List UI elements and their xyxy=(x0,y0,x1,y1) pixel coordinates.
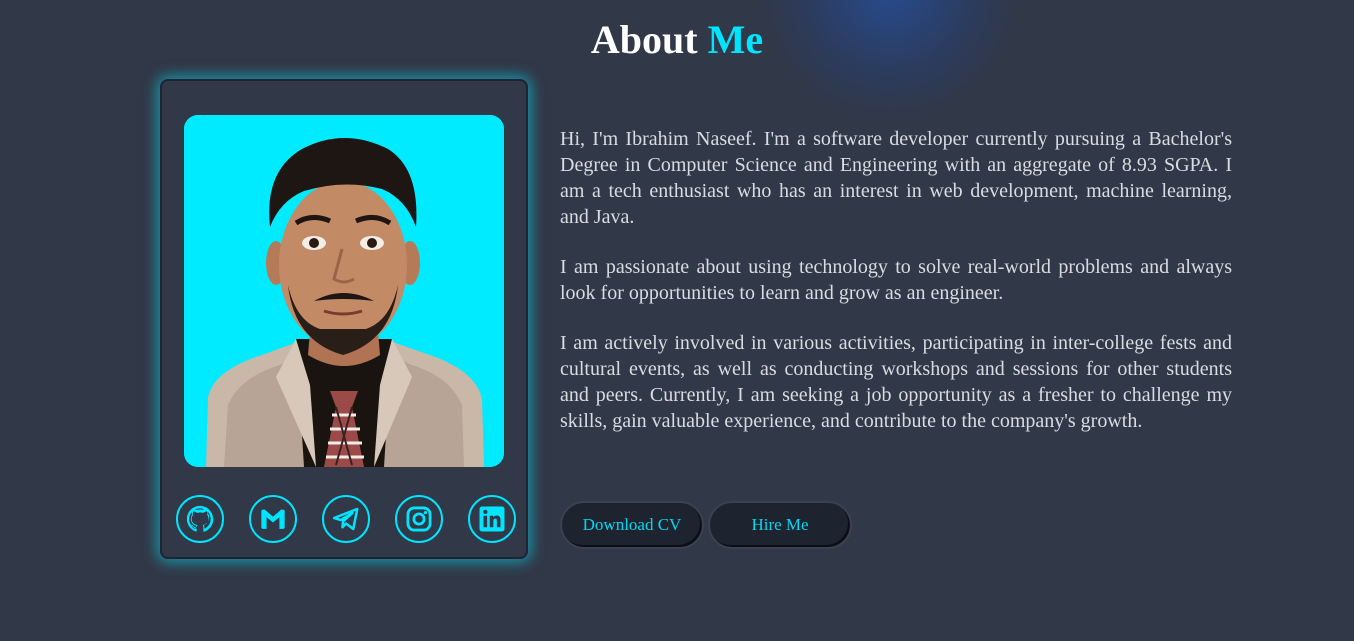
linkedin-icon xyxy=(479,506,505,532)
profile-photo xyxy=(184,115,504,467)
github-icon xyxy=(186,505,214,532)
instagram-icon xyxy=(406,506,432,532)
hire-me-button[interactable]: Hire Me xyxy=(708,501,852,549)
social-links xyxy=(176,495,516,547)
bio-paragraph-3: I am actively involved in various activi… xyxy=(560,332,1232,432)
download-cv-button[interactable]: Download CV xyxy=(560,501,704,549)
title-me: Me xyxy=(707,17,764,62)
instagram-link[interactable] xyxy=(395,495,443,543)
github-link[interactable] xyxy=(176,495,224,543)
portrait-illustration xyxy=(184,115,504,467)
linkedin-link[interactable] xyxy=(468,495,516,543)
bio-paragraph-2: I am passionate about using technology t… xyxy=(560,256,1232,304)
action-buttons: Download CV Hire Me xyxy=(560,501,852,549)
bio-paragraph-1: Hi, I'm Ibrahim Naseef. I'm a software d… xyxy=(560,128,1232,228)
title-about: About xyxy=(590,17,698,62)
gmail-icon xyxy=(261,509,285,529)
profile-card xyxy=(160,79,528,559)
telegram-icon xyxy=(332,507,359,531)
about-text: Hi, I'm Ibrahim Naseef. I'm a software d… xyxy=(560,126,1232,458)
page-title: About Me xyxy=(0,16,1354,64)
gmail-link[interactable] xyxy=(249,495,297,543)
telegram-link[interactable] xyxy=(322,495,370,543)
